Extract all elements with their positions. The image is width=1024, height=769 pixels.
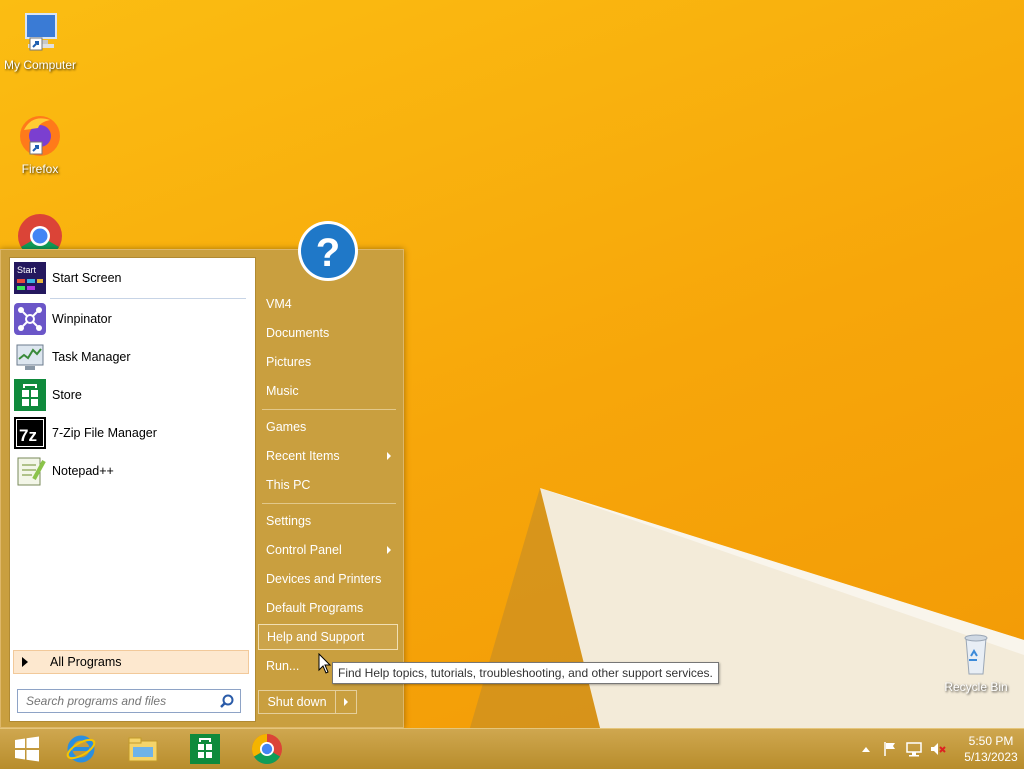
right-item-label: This PC bbox=[266, 478, 311, 492]
store-icon bbox=[14, 379, 46, 411]
start-screen-icon: Start bbox=[14, 262, 46, 294]
program-label: Notepad++ bbox=[52, 464, 114, 478]
mouse-cursor-icon bbox=[318, 653, 332, 674]
right-item-label: Recent Items bbox=[266, 449, 340, 463]
submenu-arrow-icon bbox=[387, 452, 391, 460]
action-center-flag-icon[interactable] bbox=[881, 740, 899, 758]
right-item-label: Pictures bbox=[266, 355, 312, 369]
search-input[interactable] bbox=[24, 693, 218, 709]
start-right-pictures[interactable]: Pictures bbox=[258, 349, 398, 375]
start-screen-icon-text: Start bbox=[17, 265, 37, 275]
program-task-manager[interactable]: Task Manager bbox=[14, 340, 250, 374]
taskbar-internet-explorer[interactable] bbox=[54, 729, 108, 769]
help-tooltip: Find Help topics, tutorials, troubleshoo… bbox=[332, 662, 719, 684]
task-manager-icon bbox=[14, 341, 46, 373]
expand-arrow-icon bbox=[22, 657, 28, 667]
all-programs-button[interactable]: All Programs bbox=[13, 650, 249, 674]
start-menu-lower-pane: All Programs bbox=[9, 621, 256, 722]
notepadpp-icon bbox=[14, 455, 46, 487]
program-winpinator[interactable]: Winpinator bbox=[14, 302, 250, 336]
search-box bbox=[17, 689, 241, 713]
program-7zip[interactable]: 7z 7-Zip File Manager bbox=[14, 416, 250, 450]
clock-time: 5:50 PM bbox=[968, 734, 1014, 748]
show-hidden-icons-icon[interactable] bbox=[857, 740, 875, 758]
shutdown-button[interactable]: Shut down bbox=[259, 691, 336, 713]
taskbar-store[interactable] bbox=[178, 729, 232, 769]
right-divider bbox=[262, 409, 396, 410]
system-tray: 5:50 PM 5/13/2023 bbox=[854, 729, 1024, 769]
shutdown-control: Shut down bbox=[258, 690, 357, 714]
internet-explorer-icon bbox=[66, 735, 96, 763]
clock-date: 5/13/2023 bbox=[964, 750, 1018, 764]
start-right-this-pc[interactable]: This PC bbox=[258, 472, 398, 498]
start-button[interactable] bbox=[0, 729, 54, 769]
program-store[interactable]: Store bbox=[14, 378, 250, 412]
start-right-documents[interactable]: Documents bbox=[258, 320, 398, 346]
program-label: Task Manager bbox=[52, 350, 131, 364]
right-item-label: Settings bbox=[266, 514, 312, 528]
submenu-arrow-icon bbox=[387, 546, 391, 554]
programs-divider bbox=[50, 298, 246, 299]
start-right-vm4[interactable]: VM4 bbox=[258, 291, 398, 317]
start-right-control-panel[interactable]: Control Panel bbox=[258, 537, 398, 563]
help-glyph: ? bbox=[316, 231, 340, 275]
right-item-label: Help and Support bbox=[267, 630, 365, 644]
all-programs-label: All Programs bbox=[50, 655, 122, 669]
start-right-games[interactable]: Games bbox=[258, 414, 398, 440]
right-item-label: Devices and Printers bbox=[266, 572, 382, 586]
desktop-icon-label: My Computer bbox=[3, 58, 77, 72]
right-item-label: Games bbox=[266, 420, 307, 434]
recycle-bin-icon bbox=[952, 630, 1000, 678]
right-item-label: Music bbox=[266, 384, 299, 398]
program-start-screen[interactable]: Start Start Screen bbox=[14, 261, 250, 295]
program-label: Start Screen bbox=[52, 271, 122, 285]
clock[interactable]: 5:50 PM 5/13/2023 bbox=[958, 733, 1024, 765]
computer-icon bbox=[16, 8, 64, 56]
program-label: Store bbox=[52, 388, 82, 402]
right-item-label: Default Programs bbox=[266, 601, 364, 615]
network-icon[interactable] bbox=[905, 740, 923, 758]
start-right-help-support[interactable]: Help and Support bbox=[258, 624, 398, 650]
start-right-devices-printers[interactable]: Devices and Printers bbox=[258, 566, 398, 592]
chevron-right-icon bbox=[344, 698, 348, 706]
help-question-icon: ? bbox=[296, 219, 360, 283]
shutdown-options-button[interactable] bbox=[336, 691, 356, 713]
program-label: Winpinator bbox=[52, 312, 112, 326]
desktop-icon-label: Firefox bbox=[21, 162, 59, 176]
desktop-icon-firefox[interactable]: Firefox bbox=[0, 112, 80, 176]
start-right-recent-items[interactable]: Recent Items bbox=[258, 443, 398, 469]
7zip-icon: 7z bbox=[14, 417, 46, 449]
taskbar: 5:50 PM 5/13/2023 bbox=[0, 728, 1024, 769]
start-right-settings[interactable]: Settings bbox=[258, 508, 398, 534]
program-label: 7-Zip File Manager bbox=[52, 426, 157, 440]
desktop-icon-label: Recycle Bin bbox=[944, 680, 1008, 694]
right-item-label: Control Panel bbox=[266, 543, 342, 557]
right-divider bbox=[262, 503, 396, 504]
start-menu-programs-pane: Start Start Screen Winpinator Task Manag… bbox=[9, 257, 256, 623]
start-right-default-programs[interactable]: Default Programs bbox=[258, 595, 398, 621]
search-icon[interactable] bbox=[220, 694, 234, 708]
desktop-icon-my-computer[interactable]: My Computer bbox=[0, 8, 80, 72]
right-item-label: Documents bbox=[266, 326, 330, 340]
winpinator-icon bbox=[14, 303, 46, 335]
file-explorer-icon bbox=[128, 737, 158, 762]
right-item-label: Run... bbox=[266, 659, 300, 673]
7zip-icon-text: 7z bbox=[19, 426, 37, 445]
taskbar-chrome[interactable] bbox=[240, 729, 294, 769]
program-notepadpp[interactable]: Notepad++ bbox=[14, 454, 250, 488]
firefox-icon bbox=[16, 112, 64, 160]
windows-logo-icon bbox=[15, 736, 39, 762]
desktop-icon-recycle-bin[interactable]: Recycle Bin bbox=[936, 630, 1016, 694]
volume-muted-icon[interactable] bbox=[929, 740, 947, 758]
start-right-music[interactable]: Music bbox=[258, 378, 398, 404]
taskbar-file-explorer[interactable] bbox=[116, 729, 170, 769]
shutdown-label: Shut down bbox=[267, 695, 327, 709]
store-icon bbox=[190, 734, 220, 764]
chrome-icon bbox=[251, 734, 282, 765]
right-item-label: VM4 bbox=[266, 297, 292, 311]
